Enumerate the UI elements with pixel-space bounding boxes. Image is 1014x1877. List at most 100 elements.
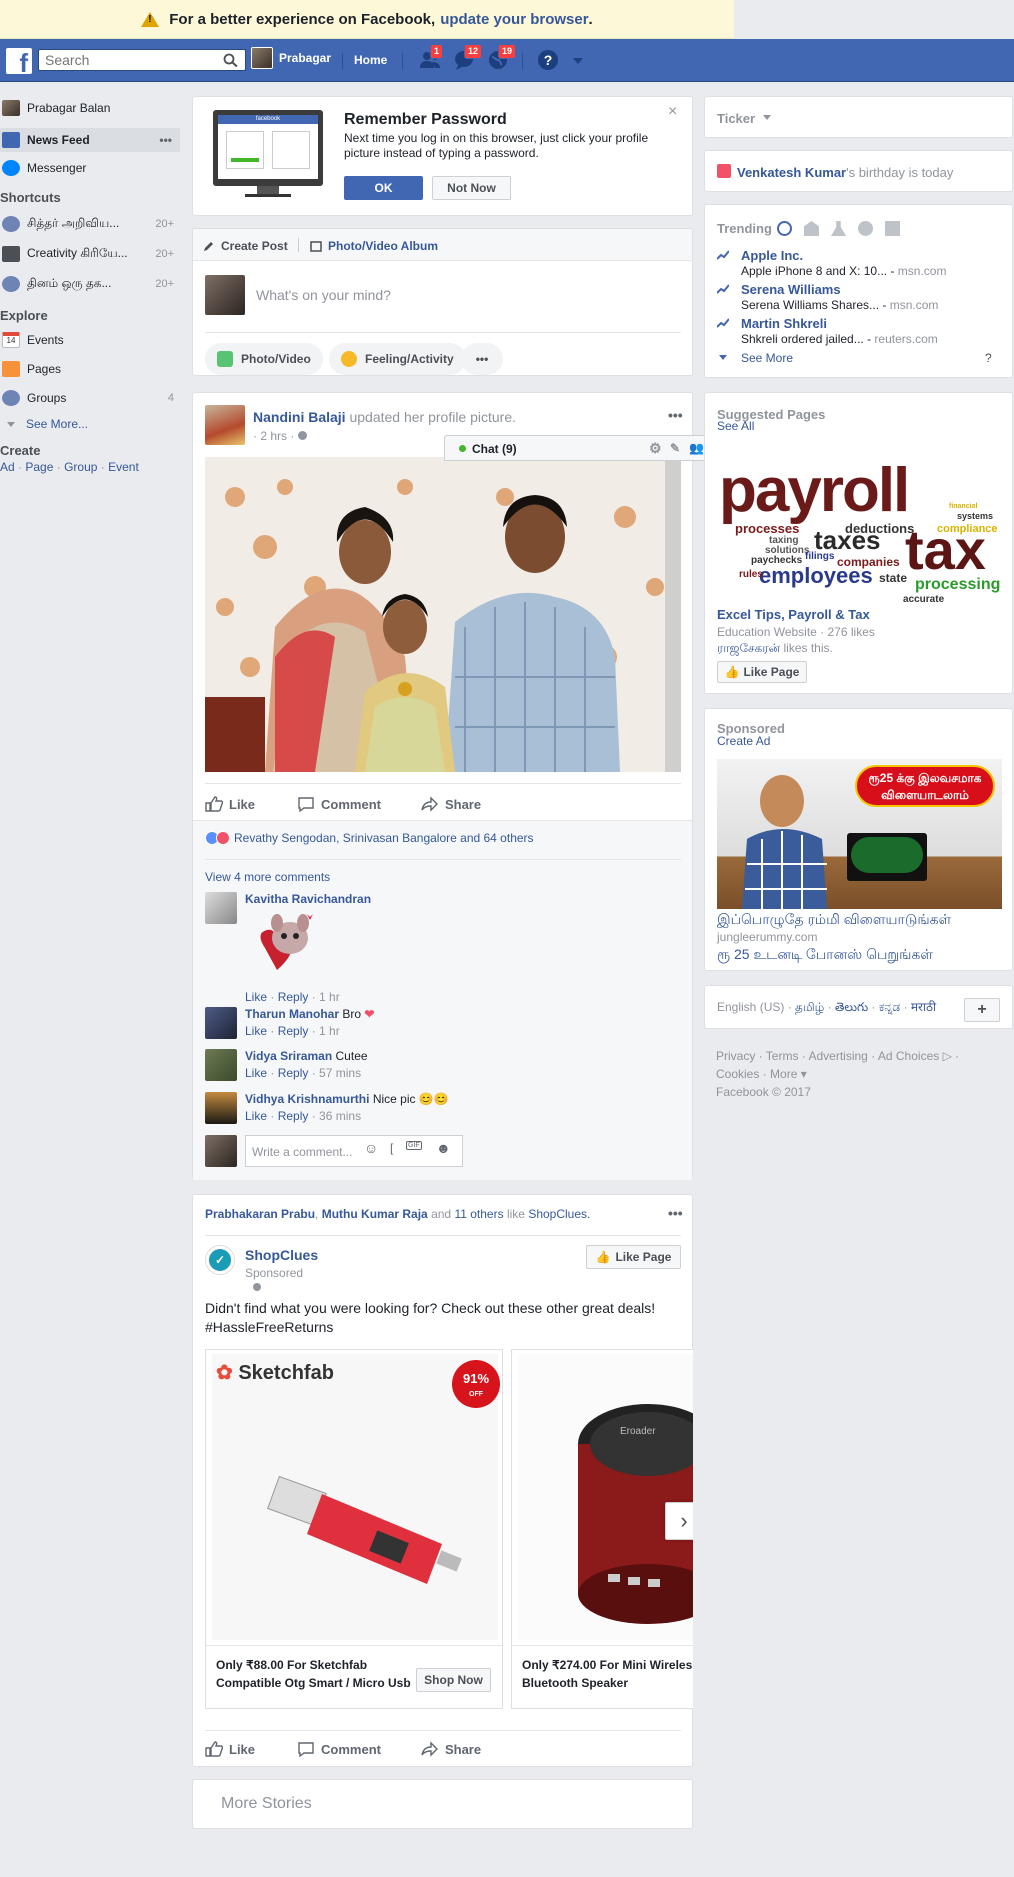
terms-link[interactable]: Terms bbox=[766, 1049, 799, 1063]
search-input[interactable] bbox=[39, 50, 209, 70]
avatar[interactable] bbox=[205, 1049, 237, 1081]
comment-reply-link[interactable]: Reply bbox=[278, 990, 309, 1004]
avatar[interactable] bbox=[205, 1007, 237, 1039]
like-page-button[interactable]: 👍 Like Page bbox=[717, 661, 807, 683]
camera-icon[interactable]: [ bbox=[390, 1141, 393, 1155]
ad-url[interactable]: jungleerummy.com bbox=[717, 930, 817, 944]
like-button[interactable]: Like bbox=[205, 1741, 255, 1757]
like-button[interactable]: Like bbox=[205, 796, 255, 812]
not-now-button[interactable]: Not Now bbox=[432, 176, 511, 200]
trending-see-more[interactable]: See More bbox=[741, 351, 793, 365]
share-button[interactable]: Share bbox=[421, 796, 481, 812]
others-link[interactable]: 11 others bbox=[454, 1207, 503, 1221]
sidebar-item-pages[interactable]: Pages bbox=[0, 357, 182, 381]
birthday-name[interactable]: Venkatesh Kumar bbox=[737, 165, 846, 180]
comment-author[interactable]: Kavitha Ravichandran bbox=[245, 892, 371, 906]
post-author[interactable]: Nandini Balaji bbox=[253, 409, 346, 425]
create-group-link[interactable]: Group bbox=[64, 460, 97, 474]
comment-reply-link[interactable]: Reply bbox=[278, 1109, 309, 1123]
gif-icon[interactable]: GIF bbox=[406, 1141, 422, 1150]
compose-icon[interactable]: ✎ bbox=[670, 441, 680, 455]
gear-icon[interactable]: ⚙ bbox=[649, 440, 662, 457]
sticker-icon[interactable]: ☻ bbox=[436, 1140, 451, 1156]
profile-link[interactable]: Prabagar bbox=[251, 47, 331, 69]
trend-item[interactable]: Serena Williams Serena Williams Shares..… bbox=[717, 282, 987, 312]
sponsored-label[interactable]: Sponsored bbox=[245, 1266, 303, 1280]
add-people-icon[interactable]: 👥 bbox=[689, 441, 704, 455]
page-link[interactable]: ShopClues. bbox=[528, 1207, 590, 1221]
more-options-button[interactable]: ••• bbox=[461, 343, 503, 375]
photo-video-button[interactable]: Photo/Video bbox=[205, 343, 323, 375]
create-ad-link[interactable]: Ad bbox=[0, 460, 15, 474]
friend-link[interactable]: ராஜசேகரன் bbox=[717, 641, 780, 655]
language-link[interactable]: தமிழ் bbox=[795, 1000, 824, 1014]
emoji-icon[interactable]: ☺ bbox=[364, 1140, 378, 1156]
facebook-logo-icon[interactable]: f bbox=[6, 48, 32, 74]
more-link[interactable]: More bbox=[770, 1067, 797, 1081]
language-link[interactable]: मराठी bbox=[911, 1000, 936, 1014]
close-icon[interactable]: × bbox=[668, 103, 677, 121]
messages-button[interactable]: 12 bbox=[452, 44, 483, 72]
ok-button[interactable]: OK bbox=[344, 176, 423, 200]
search-box[interactable] bbox=[38, 49, 246, 71]
trending-help-icon[interactable]: ? bbox=[985, 351, 992, 365]
payroll-tax-word-cloud[interactable]: payroll tax taxes employees processing d… bbox=[717, 461, 1002, 606]
comment-time[interactable]: 1 hr bbox=[319, 1024, 340, 1038]
sidebar-item-groups[interactable]: Groups 4 bbox=[0, 386, 182, 410]
more-options-icon[interactable]: ••• bbox=[668, 1205, 683, 1221]
top-trends-icon[interactable] bbox=[777, 221, 792, 236]
photo-album-tab[interactable]: Photo/Video Album bbox=[310, 239, 438, 253]
comment-reply-link[interactable]: Reply bbox=[278, 1066, 309, 1080]
sidebar-item-messenger[interactable]: Messenger bbox=[0, 156, 182, 180]
ad-title[interactable]: இப்பொழுதே ரம்மி விளையாடுங்கள் bbox=[717, 911, 951, 930]
language-link[interactable]: తెలుగు bbox=[835, 1000, 868, 1014]
advertising-link[interactable]: Advertising bbox=[808, 1049, 867, 1063]
comment-button[interactable]: Comment bbox=[297, 796, 381, 812]
reactions-summary[interactable]: Revathy Sengodan, Srinivasan Bangalore a… bbox=[205, 831, 534, 845]
suggested-page-name[interactable]: Excel Tips, Payroll & Tax bbox=[717, 607, 870, 622]
friend-requests-button[interactable]: 1 bbox=[418, 44, 444, 72]
birthday-card[interactable]: Venkatesh Kumar's birthday is today bbox=[704, 150, 1013, 192]
politics-icon[interactable] bbox=[804, 221, 819, 236]
language-link[interactable]: ಕನ್ನಡ bbox=[879, 1000, 900, 1014]
view-more-comments-link[interactable]: View 4 more comments bbox=[205, 870, 330, 884]
create-post-tab[interactable]: Create Post bbox=[203, 239, 288, 253]
see-more-link[interactable]: See More... bbox=[0, 412, 182, 436]
comment-like-link[interactable]: Like bbox=[245, 990, 267, 1004]
search-icon[interactable] bbox=[223, 53, 239, 67]
sidebar-item-events[interactable]: 14 Events bbox=[0, 328, 182, 352]
comment-reply-link[interactable]: Reply bbox=[278, 1024, 309, 1038]
sidebar-item-profile[interactable]: Prabagar Balan bbox=[0, 96, 182, 120]
add-language-button[interactable]: + bbox=[964, 998, 1000, 1022]
sports-icon[interactable] bbox=[858, 221, 873, 236]
comment-button[interactable]: Comment bbox=[297, 1741, 381, 1757]
update-browser-link[interactable]: update your browser bbox=[440, 11, 588, 28]
rummy-ad-image[interactable]: ரூ25 க்கு இலவசமாக விளையாடலாம் bbox=[717, 759, 1002, 909]
create-ad-link[interactable]: Create Ad bbox=[717, 734, 770, 748]
notifications-button[interactable]: 19 bbox=[486, 44, 517, 72]
create-page-link[interactable]: Page bbox=[25, 460, 53, 474]
more-options-icon[interactable]: ••• bbox=[668, 407, 683, 423]
home-link[interactable]: Home bbox=[354, 53, 387, 67]
cookies-link[interactable]: Cookies bbox=[716, 1067, 759, 1081]
shopclues-logo-icon[interactable]: ✓ bbox=[205, 1245, 235, 1275]
post-photo[interactable] bbox=[205, 457, 681, 772]
comment-time[interactable]: 1 hr bbox=[319, 990, 340, 1004]
more-stories-card[interactable]: More Stories bbox=[192, 1779, 693, 1829]
avatar[interactable] bbox=[205, 405, 245, 445]
shop-now-button[interactable]: Shop Now bbox=[416, 1668, 491, 1692]
trend-item[interactable]: Apple Inc. Apple iPhone 8 and X: 10... -… bbox=[717, 248, 987, 278]
carousel-card[interactable]: ✿ Sketchfab 91% OFF Only ₹88.00 For Sketc… bbox=[205, 1349, 503, 1709]
avatar[interactable] bbox=[205, 1092, 237, 1124]
status-input[interactable]: What's on your mind? bbox=[256, 287, 391, 303]
post-time[interactable]: · 2 hrs · bbox=[253, 429, 298, 443]
shortcut-item[interactable]: Creativity கிரியே... 20+ bbox=[0, 242, 182, 266]
shortcut-item[interactable]: தினம் ஒரு தக... 20+ bbox=[0, 272, 182, 296]
entertainment-icon[interactable] bbox=[885, 221, 900, 236]
sidebar-item-news-feed[interactable]: News Feed ••• bbox=[0, 128, 180, 152]
comment-author[interactable]: Vidhya Krishnamurthi bbox=[245, 1092, 369, 1106]
comment-time[interactable]: 36 mins bbox=[319, 1109, 361, 1123]
help-icon[interactable]: ? bbox=[538, 50, 558, 70]
comment-time[interactable]: 57 mins bbox=[319, 1066, 361, 1080]
ad-subtitle[interactable]: ரூ 25 உடனடி போனஸ் பெறுங்கள் bbox=[717, 946, 933, 965]
